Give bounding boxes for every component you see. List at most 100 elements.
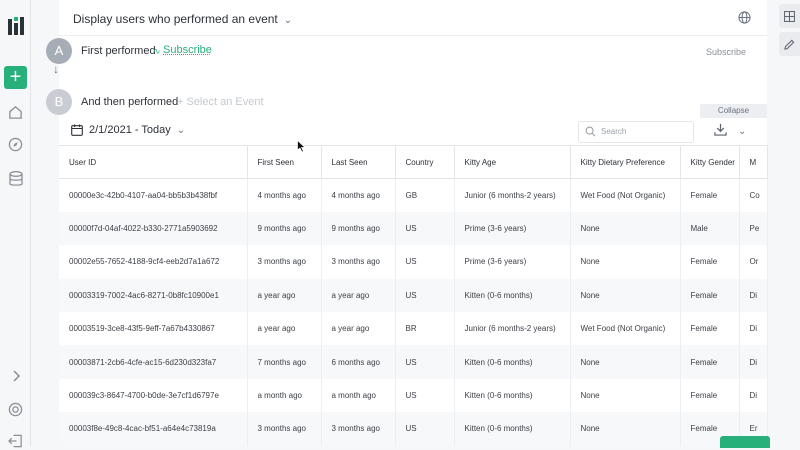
search-placeholder: Search: [601, 127, 626, 136]
table-cell: 9 months ago: [247, 212, 321, 245]
table-cell: BR: [395, 312, 454, 345]
table-cell: Male: [680, 212, 739, 245]
download-options-chevron-icon[interactable]: ⌄: [738, 126, 746, 137]
date-range-picker[interactable]: 2/1/2021 - Today ⌄: [71, 124, 185, 136]
arrow-down-icon: ↓: [53, 62, 59, 76]
table-cell: 3 months ago: [321, 412, 395, 445]
table-cell: a year ago: [321, 312, 395, 345]
table-cell: Female: [680, 312, 739, 345]
query-type-dropdown[interactable]: Display users who performed an event ⌄: [73, 12, 292, 26]
table-cell: Female: [680, 179, 739, 212]
table-cell: a month ago: [247, 379, 321, 412]
download-icon[interactable]: [714, 123, 727, 141]
table-row[interactable]: 00003519-3ce8-43f5-9eff-7a67b4330867 a ye…: [59, 312, 767, 345]
column-header[interactable]: Kitty Dietary Preference: [570, 146, 680, 179]
event-icon: ∿: [153, 46, 161, 57]
table-cell: US: [395, 279, 454, 312]
table-cell: Kitten (0-6 months): [454, 345, 570, 378]
results-toolbar: 2/1/2021 - Today ⌄ Search ⌄: [59, 118, 767, 146]
help-icon[interactable]: [6, 400, 25, 419]
step-a-event-summary: Subscribe: [706, 47, 746, 57]
column-header[interactable]: M: [739, 146, 767, 179]
table-cell: None: [570, 212, 680, 245]
table-cell: 3 months ago: [321, 245, 395, 278]
table-cell: 6 months ago: [321, 345, 395, 378]
table-cell: Di: [739, 279, 767, 312]
home-icon[interactable]: [6, 103, 25, 122]
collapse-button[interactable]: Collapse: [700, 104, 767, 118]
search-icon: [585, 126, 596, 137]
table-cell: None: [570, 279, 680, 312]
table-cell: Co: [739, 179, 767, 212]
table-cell: a year ago: [247, 279, 321, 312]
step-b-badge: B: [46, 89, 72, 115]
table-row[interactable]: 00000e3c-42b0-4107-aa04-bb5b3b438fbf 4 mo…: [59, 179, 767, 212]
table-cell: 3 months ago: [247, 245, 321, 278]
grid-view-icon[interactable]: [779, 4, 800, 28]
table-cell: a month ago: [321, 379, 395, 412]
table-cell: 00003871-2cb6-4cfe-ac15-6d230d323fa7: [59, 345, 247, 378]
column-header[interactable]: Kitty Age: [454, 146, 570, 179]
column-header[interactable]: Country: [395, 146, 454, 179]
table-row[interactable]: 00003319-7002-4ac6-8271-0b8fc10900e1 a ye…: [59, 279, 767, 312]
table-cell: Prime (3-6 years): [454, 245, 570, 278]
database-icon[interactable]: [6, 169, 25, 188]
table-row[interactable]: 000039c3-8647-4700-b0de-3e7cf1d6797e a mo…: [59, 379, 767, 412]
table-cell: 00000e3c-42b0-4107-aa04-bb5b3b438fbf: [59, 179, 247, 212]
query-header: Display users who performed an event ⌄: [59, 0, 767, 36]
table-cell: 9 months ago: [321, 212, 395, 245]
table-cell: Di: [739, 345, 767, 378]
right-rail: [779, 0, 800, 446]
globe-icon[interactable]: [738, 11, 751, 29]
tutorials-tab[interactable]: [720, 436, 770, 448]
table-cell: a year ago: [247, 312, 321, 345]
logout-icon[interactable]: [6, 431, 25, 450]
column-header[interactable]: User ID: [59, 146, 247, 179]
query-type-label: Display users who performed an event: [73, 12, 278, 26]
step-a-event-link[interactable]: Subscribe: [163, 44, 212, 56]
chevron-down-icon: ⌄: [177, 125, 185, 136]
table-row[interactable]: 00003f8e-49c8-4cac-bf51-a64e4c73819a 3 mo…: [59, 412, 767, 445]
table-cell: Kitten (0-6 months): [454, 412, 570, 445]
table-cell: GB: [395, 179, 454, 212]
search-input[interactable]: Search: [578, 121, 694, 143]
column-header[interactable]: Last Seen: [321, 146, 395, 179]
table-cell: Female: [680, 379, 739, 412]
expand-sidebar-icon[interactable]: [6, 366, 25, 385]
left-sidebar: +: [0, 0, 31, 446]
table-cell: 000039c3-8647-4700-b0de-3e7cf1d6797e: [59, 379, 247, 412]
table-cell: Female: [680, 245, 739, 278]
table-cell: Di: [739, 312, 767, 345]
column-header[interactable]: Kitty Gender: [680, 146, 739, 179]
table-cell: 00003519-3ce8-43f5-9eff-7a67b4330867: [59, 312, 247, 345]
compass-icon[interactable]: [6, 135, 25, 154]
table-cell: Di: [739, 379, 767, 412]
table-cell: 7 months ago: [247, 345, 321, 378]
table-row[interactable]: 00000f7d-04af-4022-b330-2771a5903692 9 mo…: [59, 212, 767, 245]
table-cell: US: [395, 345, 454, 378]
table-cell: 00003319-7002-4ac6-8271-0b8fc10900e1: [59, 279, 247, 312]
table-cell: Female: [680, 279, 739, 312]
table-cell: Kitten (0-6 months): [454, 279, 570, 312]
edit-icon[interactable]: [779, 32, 800, 56]
table-cell: 00003f8e-49c8-4cac-bf51-a64e4c73819a: [59, 412, 247, 445]
logo-icon[interactable]: [6, 16, 25, 35]
table-header-row: User ID First Seen Last Seen Country Kit…: [59, 146, 767, 179]
table-cell: None: [570, 245, 680, 278]
table-row[interactable]: 00002e55-7652-4188-9cf4-eeb2d7a1a672 3 mo…: [59, 245, 767, 278]
table-cell: US: [395, 412, 454, 445]
table-cell: US: [395, 379, 454, 412]
table-cell: Female: [680, 345, 739, 378]
add-icon[interactable]: +: [4, 66, 27, 89]
table-cell: 3 months ago: [247, 412, 321, 445]
select-event-button[interactable]: + Select an Event: [177, 96, 264, 108]
table-cell: None: [570, 379, 680, 412]
table-row[interactable]: 00003871-2cb6-4cfe-ac15-6d230d323fa7 7 mo…: [59, 345, 767, 378]
column-header[interactable]: First Seen: [247, 146, 321, 179]
table-cell: Kitten (0-6 months): [454, 379, 570, 412]
table-cell: 4 months ago: [247, 179, 321, 212]
table-cell: 00002e55-7652-4188-9cf4-eeb2d7a1a672: [59, 245, 247, 278]
table-cell: Wet Food (Not Organic): [570, 179, 680, 212]
table-cell: Wet Food (Not Organic): [570, 312, 680, 345]
table-cell: US: [395, 245, 454, 278]
